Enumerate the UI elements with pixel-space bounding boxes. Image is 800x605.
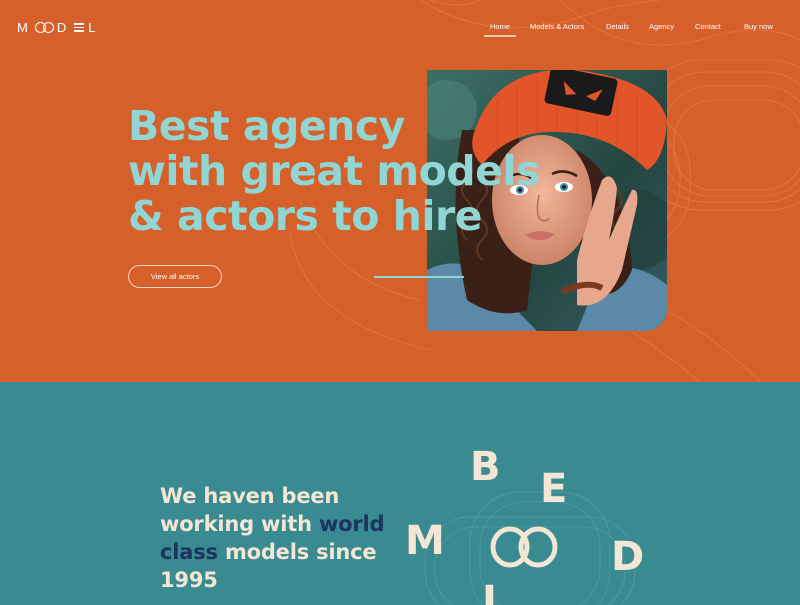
logo-letter-m: M (17, 20, 32, 35)
about-decorative-rings (424, 491, 636, 605)
hero-slider-indicator[interactable] (374, 276, 464, 278)
about-section: We haven been working with world class m… (0, 382, 800, 605)
floating-letter-e: E (540, 466, 568, 512)
nav-contact[interactable]: Contact (695, 22, 721, 31)
nav-home[interactable]: Home (490, 22, 510, 31)
headline-line-1: Best agency (128, 102, 405, 150)
nav-active-underline (484, 35, 516, 37)
logo-rings-icon (34, 22, 54, 33)
floating-letter-l: L (482, 578, 508, 605)
brand-logo[interactable]: M D L (17, 20, 99, 35)
logo-bars-icon (74, 23, 85, 32)
hero-section: M D L Home Models & Actors Details Agenc… (0, 0, 800, 382)
floating-letter-m: M (405, 518, 445, 564)
logo-letter-d: D (56, 20, 71, 35)
view-all-actors-button[interactable]: View all actors (128, 265, 222, 288)
headline-line-2: with great models (128, 147, 540, 195)
nav-buy-now[interactable]: Buy now (744, 22, 773, 31)
logo-letter-l: L (88, 20, 100, 35)
nav-agency[interactable]: Agency (649, 22, 674, 31)
hero-headline: Best agency with great models & actors t… (128, 104, 548, 239)
about-statement: We haven been working with world class m… (160, 482, 400, 594)
nav-details[interactable]: Details (606, 22, 629, 31)
nav-models-actors[interactable]: Models & Actors (530, 22, 584, 31)
about-text-part1: We haven been working with (160, 484, 340, 536)
headline-line-3: & actors to hire (128, 192, 482, 240)
floating-letter-d: D (611, 534, 645, 580)
floating-letter-b: B (470, 444, 501, 490)
